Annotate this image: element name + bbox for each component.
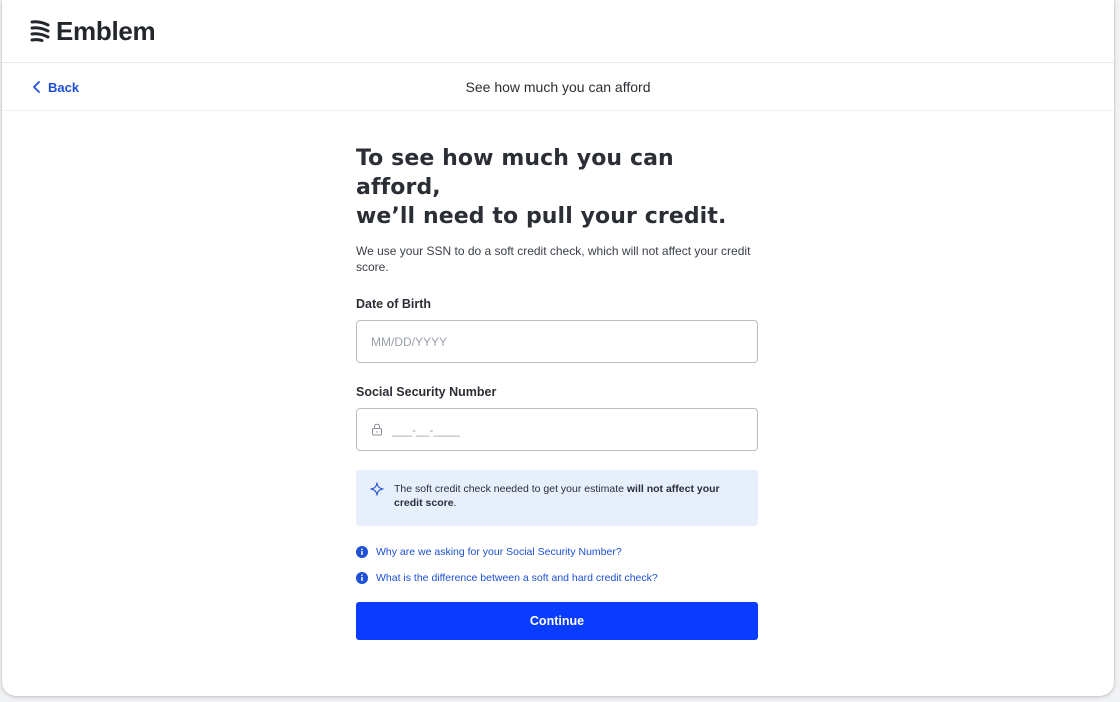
- emblem-logo-icon: [30, 20, 50, 42]
- top-bar: Emblem: [2, 0, 1114, 63]
- soft-check-notice: The soft credit check needed to get your…: [356, 470, 758, 526]
- sparkle-icon: [370, 482, 384, 496]
- dob-input[interactable]: [371, 334, 757, 349]
- headline-line-1: To see how much you can afford,: [356, 146, 674, 200]
- faq-2-label: What is the difference between a soft an…: [376, 572, 658, 584]
- ssn-field-wrapper: [356, 408, 758, 451]
- form-subtext: We use your SSN to do a soft credit chec…: [356, 244, 751, 274]
- back-button[interactable]: Back: [32, 63, 79, 111]
- ssn-input[interactable]: [392, 422, 757, 437]
- notice-text: The soft credit check needed to get your…: [394, 482, 744, 510]
- form-headline: To see how much you can afford, we’ll ne…: [356, 144, 758, 231]
- info-icon: [356, 546, 368, 558]
- page-title: See how much you can afford: [465, 78, 651, 95]
- back-label: Back: [48, 79, 80, 95]
- app-window: Emblem Back See how much you can afford …: [2, 0, 1114, 696]
- continue-button[interactable]: Continue: [356, 602, 758, 640]
- headline-line-2: we’ll need to pull your credit.: [356, 204, 727, 229]
- brand-logo[interactable]: Emblem: [30, 15, 156, 47]
- notice-prefix: The soft credit check needed to get your…: [394, 483, 627, 495]
- lock-icon: [372, 423, 382, 436]
- notice-suffix: .: [453, 497, 457, 509]
- page-header: Back See how much you can afford: [2, 63, 1114, 111]
- dob-field-wrapper: [356, 320, 758, 363]
- info-icon: [356, 572, 368, 584]
- faq-link-why-ssn[interactable]: Why are we asking for your Social Securi…: [356, 546, 758, 558]
- chevron-left-icon: [33, 81, 40, 93]
- faq-link-soft-vs-hard[interactable]: What is the difference between a soft an…: [356, 572, 758, 584]
- dob-label: Date of Birth: [356, 297, 431, 311]
- credit-form: To see how much you can afford, we’ll ne…: [356, 144, 758, 640]
- brand-name: Emblem: [56, 15, 156, 46]
- faq-1-label: Why are we asking for your Social Securi…: [376, 546, 622, 558]
- ssn-label: Social Security Number: [356, 385, 497, 399]
